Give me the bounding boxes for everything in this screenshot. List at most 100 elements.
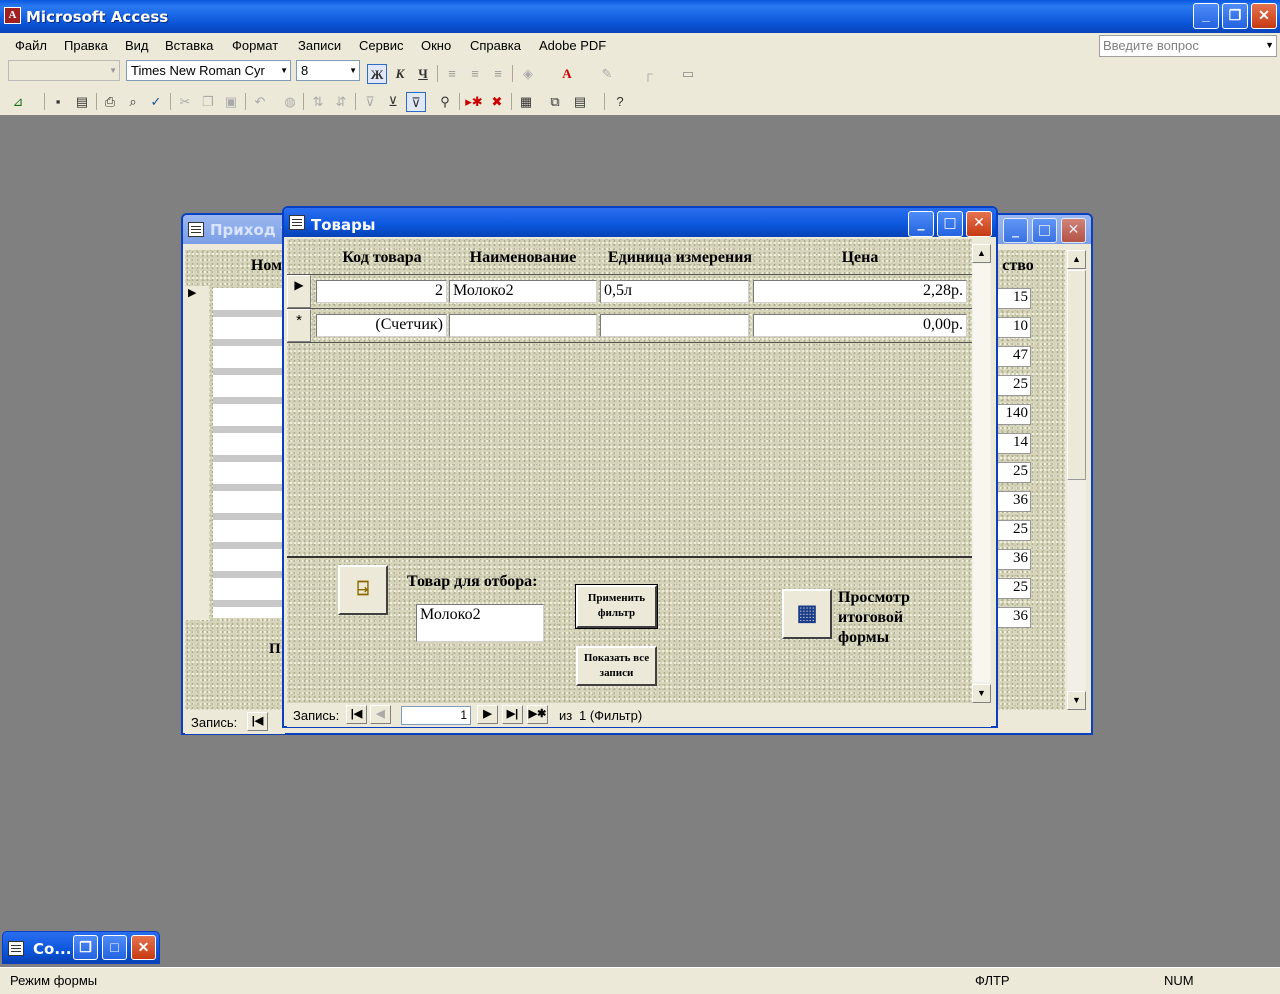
summary-form-button[interactable]: ▦ bbox=[782, 589, 832, 639]
new-record-nav-button[interactable]: ▶✱ bbox=[527, 705, 548, 724]
new-record-icon[interactable]: ▸✱ bbox=[464, 92, 484, 112]
apply-filter-button[interactable]: Применить фильтр bbox=[575, 584, 658, 629]
help-icon[interactable]: ? bbox=[610, 92, 630, 112]
app-minimize-button[interactable]: _ bbox=[1193, 3, 1219, 29]
first-record-button[interactable]: |◀ bbox=[247, 712, 268, 731]
quantity-cell[interactable]: 10 bbox=[995, 317, 1031, 338]
quantity-cell[interactable]: 14 bbox=[995, 433, 1031, 454]
quantity-cell[interactable]: 25 bbox=[995, 375, 1031, 396]
first-record-button[interactable]: |◀ bbox=[346, 705, 367, 724]
last-record-button[interactable]: ▶| bbox=[502, 705, 523, 724]
new-object-icon[interactable]: ▤ bbox=[570, 92, 590, 112]
quantity-cell[interactable]: 140 bbox=[995, 404, 1031, 425]
menu-adobe-pdf[interactable]: Adobe PDF bbox=[539, 38, 606, 53]
quantity-cell[interactable]: 25 bbox=[995, 462, 1031, 483]
database-window-icon[interactable]: ⧉ bbox=[545, 92, 565, 112]
copy-icon[interactable]: ❐ bbox=[198, 92, 218, 112]
name-field[interactable]: Молоко2 bbox=[449, 280, 597, 303]
receipts-vertical-scrollbar[interactable]: ▲ ▼ bbox=[1067, 250, 1086, 710]
quantity-cell[interactable]: 36 bbox=[995, 549, 1031, 570]
access-key-icon[interactable]: A bbox=[4, 7, 21, 24]
app-close-button[interactable]: ✕ bbox=[1251, 3, 1277, 29]
ask-question-input[interactable]: Введите вопрос ▼ bbox=[1099, 35, 1277, 57]
code-field[interactable]: 2 bbox=[316, 280, 447, 303]
next-record-button[interactable]: ▶ bbox=[477, 705, 498, 724]
border-width-icon[interactable]: ┌ bbox=[638, 64, 658, 84]
scroll-up-icon[interactable]: ▲ bbox=[1067, 250, 1086, 269]
scroll-track[interactable] bbox=[973, 264, 990, 682]
font-color-icon[interactable]: A bbox=[557, 64, 577, 84]
receipts-maximize-button[interactable]: □ bbox=[1032, 218, 1057, 243]
quantity-cell[interactable]: 36 bbox=[995, 607, 1031, 628]
menu-edit[interactable]: Правка bbox=[64, 38, 108, 53]
filter-by-selection-icon[interactable]: ⊽ bbox=[360, 92, 380, 112]
receipts-minimize-button[interactable]: _ bbox=[1003, 218, 1028, 243]
record-number-input[interactable]: 1 bbox=[401, 706, 471, 725]
quantity-cell[interactable]: 47 bbox=[995, 346, 1031, 367]
menu-tools[interactable]: Сервис bbox=[359, 38, 404, 53]
font-size-combo[interactable]: 8 ▼ bbox=[296, 60, 360, 81]
goods-close-button[interactable]: ✕ bbox=[966, 211, 992, 237]
goods-vertical-scrollbar[interactable]: ▲ ▼ bbox=[972, 244, 991, 703]
new-code-field[interactable]: (Счетчик) bbox=[316, 314, 447, 337]
fill-color-icon[interactable]: ◈ bbox=[518, 64, 538, 84]
menu-insert[interactable]: Вставка bbox=[165, 38, 213, 53]
menu-file[interactable]: Файл bbox=[15, 38, 47, 53]
goods-window[interactable]: Товары _ □ ✕ Код товара Наименование Еди… bbox=[282, 206, 998, 728]
properties-icon[interactable]: ▦ bbox=[516, 92, 536, 112]
minimized-maximize-button[interactable]: □ bbox=[102, 935, 127, 960]
filter-by-form-icon[interactable]: ⊻ bbox=[383, 92, 403, 112]
print-icon[interactable]: ⎙ bbox=[100, 92, 120, 112]
sort-descending-icon[interactable]: ⇵ bbox=[331, 92, 351, 112]
save-icon[interactable]: ▪ bbox=[48, 92, 68, 112]
font-name-combo[interactable]: Times New Roman Cyr ▼ bbox=[126, 60, 291, 81]
align-left-icon[interactable]: ≡ bbox=[442, 64, 462, 84]
bold-button[interactable]: Ж bbox=[367, 64, 387, 84]
new-record-selector[interactable]: * bbox=[287, 309, 311, 342]
sort-ascending-icon[interactable]: ⇅ bbox=[308, 92, 328, 112]
quantity-cell[interactable]: 15 bbox=[995, 288, 1031, 309]
unit-field[interactable]: 0,5л bbox=[600, 280, 749, 303]
new-name-field[interactable] bbox=[449, 314, 597, 337]
goods-maximize-button[interactable]: □ bbox=[937, 211, 963, 237]
price-field[interactable]: 2,28р. bbox=[753, 280, 967, 303]
receipts-close-button[interactable]: ✕ bbox=[1061, 218, 1086, 243]
line-color-icon[interactable]: ✎ bbox=[597, 64, 617, 84]
scroll-down-icon[interactable]: ▼ bbox=[972, 684, 991, 703]
filter-input[interactable]: Молоко2 bbox=[416, 604, 544, 642]
quantity-cell[interactable]: 25 bbox=[995, 520, 1031, 541]
show-all-records-button[interactable]: Показать все записи bbox=[576, 646, 657, 686]
quantity-cell[interactable]: 25 bbox=[995, 578, 1031, 599]
app-restore-button[interactable]: ❐ bbox=[1222, 3, 1248, 29]
delete-record-icon[interactable]: ✖ bbox=[487, 92, 507, 112]
quantity-cell[interactable]: 36 bbox=[995, 491, 1031, 512]
italic-button[interactable]: К bbox=[390, 64, 410, 84]
goods-window-title-bar[interactable]: Товары _ □ ✕ bbox=[284, 208, 996, 237]
new-unit-field[interactable] bbox=[600, 314, 749, 337]
cut-icon[interactable]: ✂ bbox=[175, 92, 195, 112]
spelling-icon[interactable]: ✓ bbox=[146, 92, 166, 112]
scroll-thumb[interactable] bbox=[1067, 270, 1086, 480]
special-effect-icon[interactable]: ▭ bbox=[678, 64, 698, 84]
paste-icon[interactable]: ▣ bbox=[221, 92, 241, 112]
number-column-cells[interactable] bbox=[213, 288, 283, 618]
underline-button[interactable]: Ч bbox=[413, 64, 433, 84]
menu-window[interactable]: Окно bbox=[421, 38, 451, 53]
minimized-close-button[interactable]: ✕ bbox=[131, 935, 156, 960]
hyperlink-icon[interactable]: ◍ bbox=[280, 92, 300, 112]
scroll-up-icon[interactable]: ▲ bbox=[972, 244, 991, 263]
print-preview-icon[interactable]: ⌕ bbox=[123, 92, 143, 112]
find-icon[interactable]: ⚲ bbox=[435, 92, 455, 112]
align-right-icon[interactable]: ≡ bbox=[488, 64, 508, 84]
previous-record-button[interactable]: ◀ bbox=[370, 705, 391, 724]
apply-filter-icon[interactable]: ⊽ bbox=[406, 92, 426, 112]
undo-icon[interactable]: ↶ bbox=[250, 92, 270, 112]
new-price-field[interactable]: 0,00р. bbox=[753, 314, 967, 337]
search-file-icon[interactable]: ▤ bbox=[72, 92, 92, 112]
align-center-icon[interactable]: ≡ bbox=[465, 64, 485, 84]
minimized-window[interactable]: Со... ❐ □ ✕ bbox=[2, 931, 160, 964]
close-form-button[interactable]: ⍈ bbox=[338, 565, 388, 615]
view-icon[interactable]: ⊿ bbox=[8, 92, 28, 112]
menu-help[interactable]: Справка bbox=[470, 38, 521, 53]
menu-records[interactable]: Записи bbox=[298, 38, 341, 53]
